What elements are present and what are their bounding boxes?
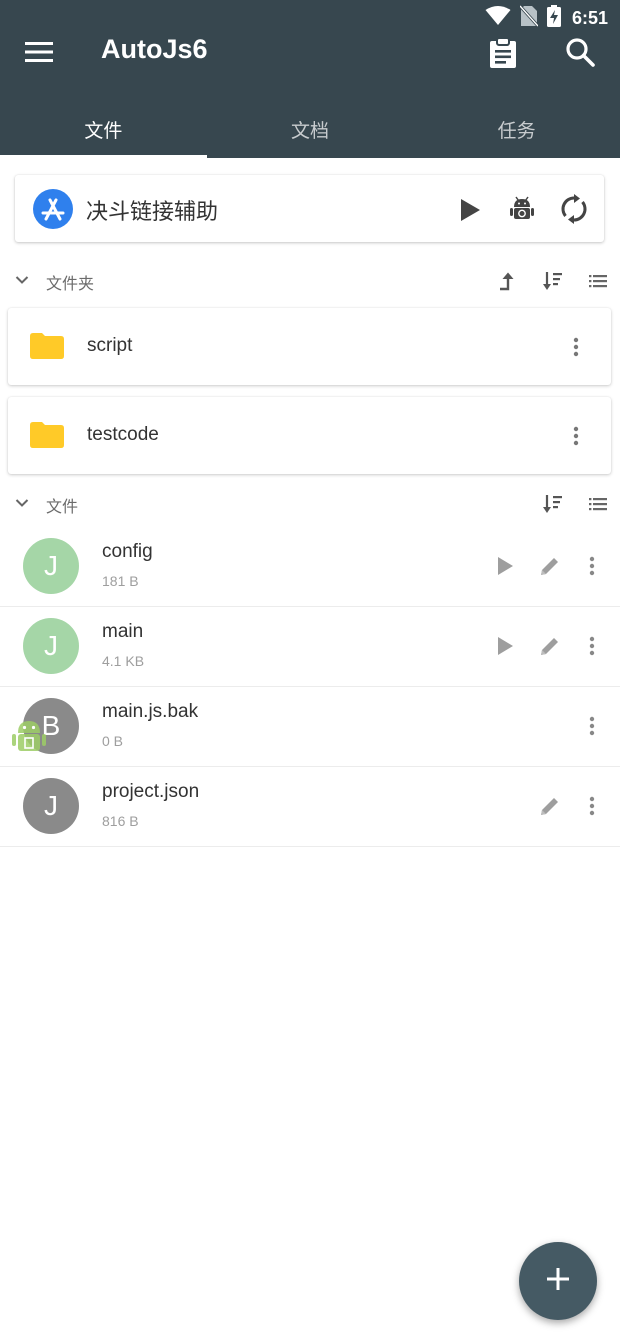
- file-name: main.js.bak: [102, 701, 199, 722]
- menu-icon[interactable]: [22, 38, 56, 66]
- sort-icon[interactable]: [540, 492, 564, 516]
- folder-icon: [29, 421, 65, 449]
- more-vert-icon[interactable]: [580, 553, 604, 579]
- file-size: 816 B: [102, 813, 139, 829]
- project-name: 决斗链接辅助: [86, 200, 219, 225]
- folder-name: script: [87, 335, 133, 356]
- file-name: main: [102, 621, 144, 642]
- app-title: AutoJs6: [101, 34, 208, 64]
- folders-section-header[interactable]: 文件夹: [0, 260, 620, 300]
- android-build-icon[interactable]: [507, 194, 537, 224]
- tab-files[interactable]: 文件: [0, 100, 207, 158]
- list-view-icon[interactable]: [586, 269, 610, 293]
- file-size: 181 B: [102, 573, 139, 589]
- more-vert-icon[interactable]: [580, 713, 604, 739]
- list-view-icon[interactable]: [586, 492, 610, 516]
- folder-icon: [29, 332, 65, 360]
- tab-label: 文件: [84, 119, 123, 142]
- sync-icon[interactable]: [558, 193, 590, 225]
- play-icon[interactable]: [455, 195, 485, 225]
- plus-icon: [546, 1267, 570, 1295]
- tab-label: 文档: [291, 119, 330, 142]
- clock: 6:51: [571, 7, 608, 28]
- run-icon[interactable]: [492, 553, 518, 579]
- edit-icon[interactable]: [537, 633, 563, 659]
- project-card[interactable]: 决斗链接辅助: [15, 175, 604, 242]
- folders-section-label: 文件夹: [46, 274, 95, 293]
- chevron-down-icon[interactable]: [12, 270, 32, 290]
- no-sim-icon: [518, 4, 540, 31]
- file-item[interactable]: J project.json 816 B: [0, 766, 620, 847]
- go-up-icon[interactable]: [496, 269, 520, 293]
- status-bar: 6:51: [485, 4, 608, 31]
- file-type-avatar: J: [23, 778, 79, 834]
- chevron-down-icon[interactable]: [12, 493, 32, 513]
- files-section-header[interactable]: 文件: [0, 483, 620, 523]
- file-type-avatar: J: [23, 618, 79, 674]
- edit-icon[interactable]: [537, 793, 563, 819]
- more-vert-icon[interactable]: [564, 334, 588, 360]
- folder-item[interactable]: testcode: [8, 397, 611, 474]
- more-vert-icon[interactable]: [564, 423, 588, 449]
- add-fab-button[interactable]: [519, 1242, 597, 1320]
- android-overlay-icon: [11, 716, 47, 756]
- edit-icon[interactable]: [537, 553, 563, 579]
- file-size: 4.1 KB: [102, 653, 145, 669]
- tab-docs[interactable]: 文档: [207, 100, 414, 158]
- battery-charging-icon: [546, 5, 561, 31]
- folder-item[interactable]: script: [8, 308, 611, 385]
- tab-tasks[interactable]: 任务: [413, 100, 620, 158]
- wifi-icon: [485, 6, 511, 30]
- file-name: project.json: [102, 781, 200, 802]
- more-vert-icon[interactable]: [580, 633, 604, 659]
- file-size: 0 B: [102, 733, 124, 749]
- files-section-label: 文件: [46, 497, 79, 516]
- file-type-avatar: J: [23, 538, 79, 594]
- file-item[interactable]: J config 181 B: [0, 526, 620, 607]
- search-icon[interactable]: [563, 35, 597, 69]
- file-name: config: [102, 541, 153, 562]
- sort-icon[interactable]: [540, 269, 564, 293]
- clipboard-icon[interactable]: [486, 36, 520, 70]
- file-item[interactable]: J main 4.1 KB: [0, 606, 620, 687]
- folder-name: testcode: [87, 424, 159, 445]
- app-store-icon: [32, 188, 74, 230]
- run-icon[interactable]: [492, 633, 518, 659]
- tab-bar: 文件 文档 任务: [0, 100, 620, 158]
- more-vert-icon[interactable]: [580, 793, 604, 819]
- file-item[interactable]: B main.js.bak 0 B: [0, 686, 620, 767]
- tab-label: 任务: [497, 119, 536, 142]
- app-bar: 6:51 AutoJs6 文件 文档 任务: [0, 0, 620, 158]
